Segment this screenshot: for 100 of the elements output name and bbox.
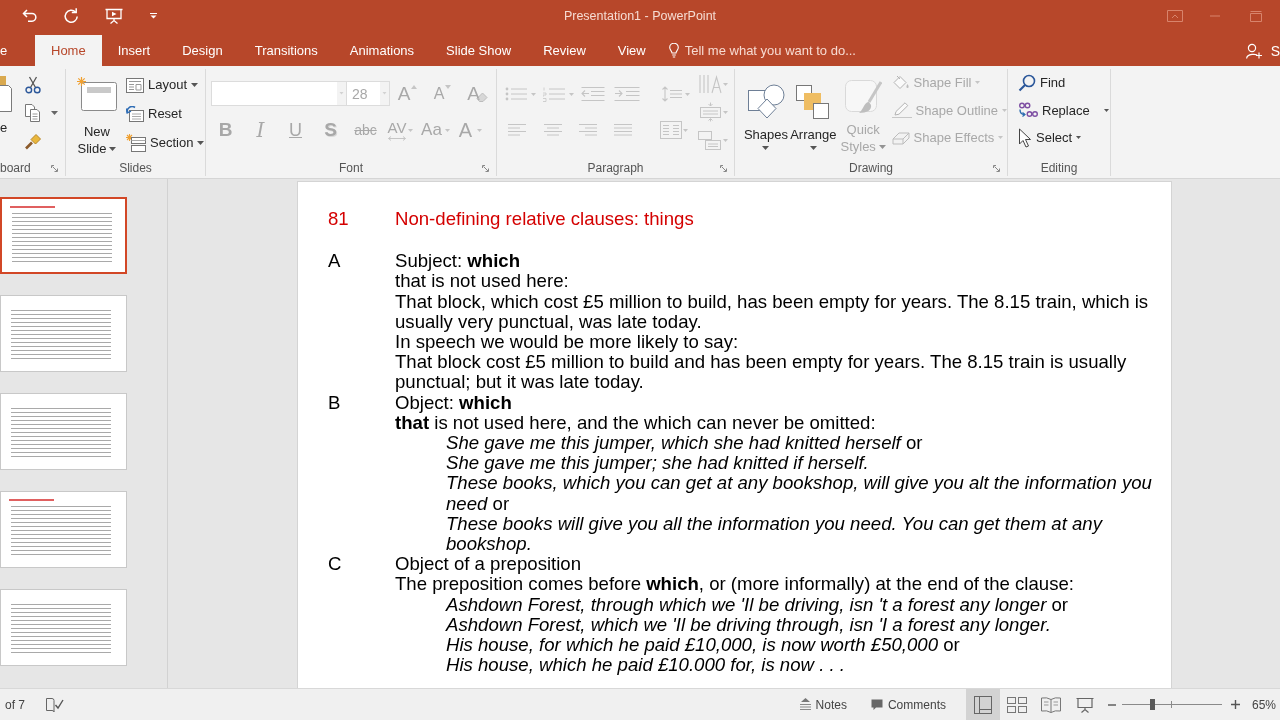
example-sentence: She gave me this jumper; she had knitted if herself.: [446, 453, 870, 474]
caret-icon: [878, 145, 886, 150]
person-add-icon: [1245, 42, 1262, 59]
arrange-button[interactable]: Arrange: [789, 69, 837, 161]
caret-down-icon: [445, 84, 452, 89]
body-text: Object: which: [395, 392, 513, 413]
paste-button[interactable]: e: [0, 69, 14, 161]
caret-icon: [109, 147, 117, 152]
slide-sparkle-icon: [77, 76, 117, 111]
account-button[interactable]: S: [1245, 35, 1280, 66]
body-text: In speech we would be more likely to say:: [395, 332, 740, 353]
slide-thumbnail[interactable]: [0, 589, 127, 666]
slide-thumbnail[interactable]: [0, 197, 127, 274]
section-icon: [126, 133, 146, 152]
projector-screen-icon[interactable]: [105, 8, 123, 24]
group-label: Paragraph: [587, 161, 644, 176]
example-sentence: Ashdown Forest, through which we 'Il be driving, isn 't a forest any longer or: [446, 594, 1070, 615]
comments-button[interactable]: Comments: [870, 697, 946, 712]
find-button[interactable]: Find: [1018, 69, 1109, 97]
quick-styles-icon: [844, 78, 883, 115]
ribbon-tab[interactable]: Transitions: [238, 35, 334, 66]
circular-arrow-icon[interactable]: [63, 8, 79, 24]
open-book-icon: [1040, 696, 1061, 713]
reset-slide-icon: [126, 105, 144, 122]
caret-icon: [975, 81, 981, 85]
paintbrush-icon[interactable]: [24, 132, 42, 150]
zoom-level[interactable]: 65%: [1251, 697, 1276, 712]
reset-button[interactable]: Reset: [126, 99, 205, 128]
select-button[interactable]: Select: [1018, 124, 1109, 152]
group-label: Slides: [119, 161, 152, 176]
slide-counter: of 7: [5, 697, 25, 712]
group-label: Editing: [1040, 161, 1078, 176]
section-button[interactable]: Section: [126, 128, 205, 157]
body-text: Object of a preposition: [395, 554, 583, 575]
body-text: That block, which cost £5 million to build, has been empty for years. The 8.15 train, which is usually very punctual, was late today.: [395, 291, 1150, 332]
spell-check-icon[interactable]: [46, 696, 64, 713]
search-icon: [1018, 73, 1036, 92]
dialog-launcher-icon[interactable]: [51, 165, 58, 172]
notes-button[interactable]: Notes: [799, 697, 847, 712]
rounded-block-icon: [891, 129, 910, 146]
ribbon-tab[interactable]: Slide Show: [430, 35, 528, 66]
caret-icon: [444, 128, 450, 132]
swap-arrow-icon: [1018, 101, 1038, 120]
caret-up-icon: [411, 84, 418, 89]
example-sentence: His house, for which he paid £10,000, is now worth £50,000 or: [446, 635, 960, 656]
undo-icon[interactable]: [22, 9, 38, 23]
section-letter: B: [328, 392, 342, 415]
speech-bubble-icon: [870, 698, 883, 711]
group-label: board: [0, 161, 31, 176]
group-label: Drawing: [849, 161, 893, 176]
caret-icon: [998, 136, 1004, 140]
dialog-launcher-icon[interactable]: [720, 165, 727, 172]
maximize-icon[interactable]: [1250, 10, 1262, 22]
slide-thumbnail[interactable]: [0, 295, 127, 372]
body-text: that is not used here:: [395, 271, 570, 292]
caret-icon: [1103, 108, 1109, 112]
caret-icon: [809, 145, 817, 150]
ribbon-tab[interactable]: Animations: [333, 35, 431, 66]
dialog-launcher-icon[interactable]: [482, 165, 489, 172]
ribbon-tab[interactable]: Design: [166, 35, 239, 66]
window-title: Presentation1 - PowerPoint: [563, 9, 717, 23]
ribbon-tab[interactable]: e: [0, 35, 35, 66]
section-letter: C: [328, 554, 343, 577]
paint-bucket-icon: [891, 74, 910, 91]
pointer-icon: [1018, 127, 1032, 148]
example-sentence: These books, which you can get at any bookshop, will give you alt the information you need or: [446, 473, 1153, 514]
slide-thumbnail[interactable]: [0, 393, 127, 470]
double-arrow-icon: [388, 135, 406, 141]
caret-icon[interactable]: [150, 13, 157, 19]
normal-view-button[interactable]: [965, 689, 1000, 720]
copy-icon[interactable]: [24, 104, 42, 122]
ribbon-tab[interactable]: Home: [35, 35, 102, 66]
notes-icon: [799, 698, 811, 711]
caret-icon: [477, 128, 483, 132]
body-text: that is not used here, and the which can never be omitted:: [395, 412, 877, 434]
ribbon-tab[interactable]: Insert: [101, 35, 167, 66]
dialog-launcher-icon[interactable]: [993, 165, 1000, 172]
caret-icon[interactable]: [51, 111, 58, 115]
group-label: Font: [339, 161, 363, 176]
scissors-icon[interactable]: [24, 76, 42, 94]
example-sentence: She gave me this jumper, which she had knitted herself or: [446, 433, 924, 454]
layout-button[interactable]: Layout: [126, 70, 205, 99]
zoom-slider-thumb[interactable]: [1150, 699, 1156, 710]
slide-thumbnail[interactable]: [0, 491, 127, 568]
plus-icon[interactable]: [1230, 700, 1240, 709]
shapes-button[interactable]: Shapes: [743, 69, 789, 161]
ribbon-tab[interactable]: View: [601, 35, 662, 66]
body-text: That block cost £5 million to build and has been empty for years. The 8.15 train is usually punctual; but it was late today.: [395, 352, 1128, 393]
tell-me-field[interactable]: Tell me what you want to do...: [678, 35, 885, 66]
minus-icon[interactable]: [1107, 703, 1116, 706]
example-sentence: Ashdown Forest, which we 'Il be driving through, isn 'I a forest any longer.: [446, 614, 1052, 636]
ribbon-tab[interactable]: Review: [527, 35, 602, 66]
example-sentence: These books will give you all the information you need. You can get them at any bookshop.: [446, 513, 1104, 555]
body-text: Subject: which: [395, 251, 522, 272]
caret-icon: [191, 82, 199, 87]
replace-button[interactable]: Replace: [1018, 96, 1109, 124]
new-slide-button[interactable]: New Slide: [72, 69, 122, 161]
normal-view-icon: [973, 695, 992, 714]
ribbon-display-options-icon[interactable]: [1167, 10, 1183, 22]
example-sentence: His house, which he paid £10.000 for, is now . . .: [446, 655, 846, 676]
